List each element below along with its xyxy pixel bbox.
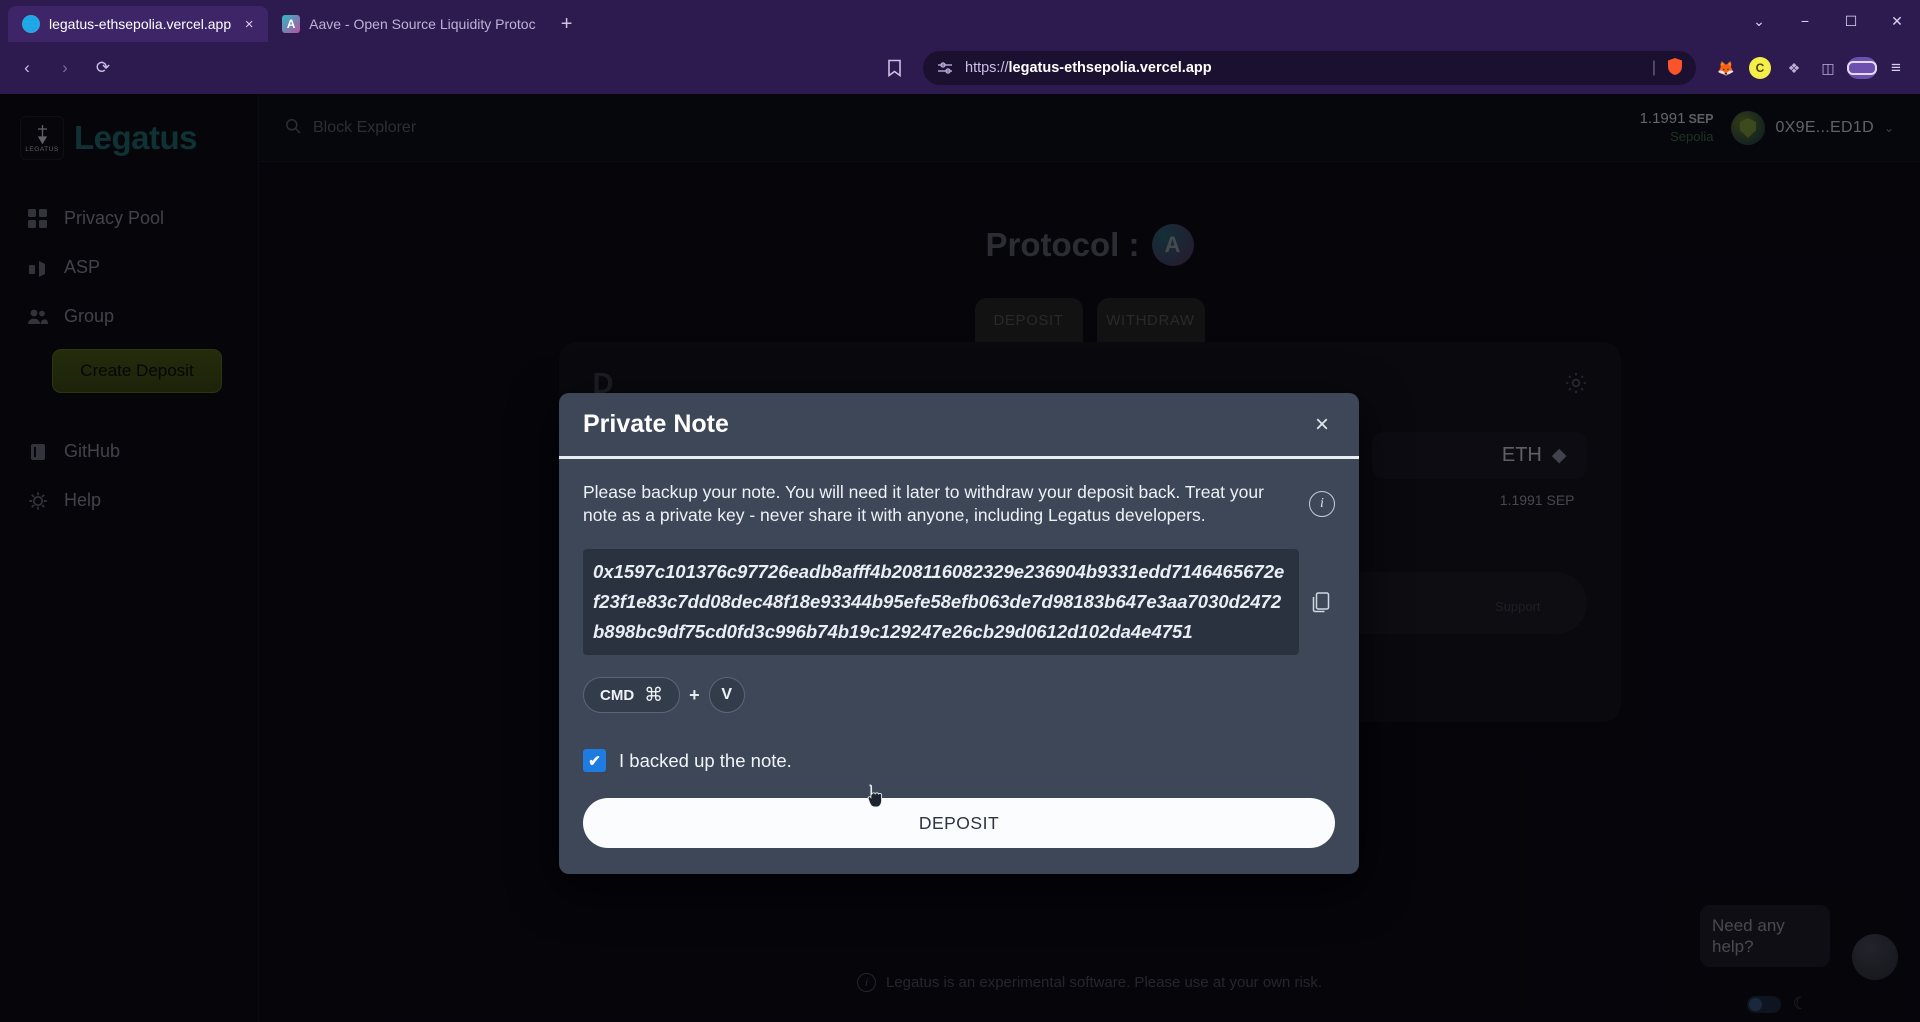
close-window-button[interactable]: ✕ bbox=[1874, 0, 1920, 42]
chevron-down-icon[interactable]: ⌄ bbox=[1736, 0, 1782, 42]
note-value[interactable]: 0x1597c101376c97726eadb8afff4b2081160823… bbox=[583, 549, 1299, 656]
copy-icon[interactable] bbox=[1307, 587, 1335, 617]
command-icon: ⌘ bbox=[644, 684, 664, 706]
browser-window: 🌐 legatus-ethsepolia.vercel.app × A Aave… bbox=[0, 0, 1920, 1022]
globe-icon: 🌐 bbox=[22, 15, 40, 33]
reload-icon[interactable]: ⟳ bbox=[86, 51, 120, 85]
new-tab-button[interactable]: + bbox=[552, 9, 582, 39]
kbd-v: V bbox=[708, 677, 745, 714]
kbd-plus: + bbox=[689, 684, 700, 705]
backup-checkbox[interactable]: ✔ bbox=[583, 749, 606, 773]
minimize-button[interactable]: − bbox=[1782, 0, 1828, 42]
tab-strip: 🌐 legatus-ethsepolia.vercel.app × A Aave… bbox=[0, 0, 1920, 42]
deposit-button-label: DEPOSIT bbox=[918, 812, 1000, 833]
omnibox-actions: | bbox=[1652, 57, 1684, 80]
deposit-button[interactable]: DEPOSIT bbox=[583, 784, 1335, 849]
modal-header: Private Note × bbox=[559, 393, 1359, 459]
info-icon[interactable]: i bbox=[1309, 491, 1335, 518]
close-icon[interactable]: × bbox=[1307, 410, 1337, 440]
aave-icon: A bbox=[282, 15, 301, 33]
profile-pill-icon[interactable] bbox=[1847, 54, 1877, 82]
modal-body: Please backup your note. You will need i… bbox=[559, 459, 1359, 874]
note-value-row: 0x1597c101376c97726eadb8afff4b2081160823… bbox=[583, 549, 1335, 656]
tab-legatus[interactable]: 🌐 legatus-ethsepolia.vercel.app × bbox=[8, 6, 269, 42]
url-text: https://legatus-ethsepolia.vercel.app bbox=[965, 60, 1212, 76]
paste-shortcut: CMD ⌘ + V bbox=[583, 677, 1335, 714]
backup-confirm-row[interactable]: ✔ I backed up the note. bbox=[583, 749, 1335, 773]
note-description: Please backup your note. You will need i… bbox=[583, 482, 1264, 526]
brave-shield-icon[interactable] bbox=[1666, 57, 1684, 80]
tab-title: legatus-ethsepolia.vercel.app bbox=[49, 16, 232, 32]
mouse-cursor bbox=[867, 784, 883, 808]
tab-title: Aave - Open Source Liquidity Protoc bbox=[309, 16, 536, 32]
site-settings-icon[interactable] bbox=[935, 58, 955, 78]
forward-icon[interactable]: › bbox=[48, 51, 82, 85]
browser-menu-icon[interactable]: ≡ bbox=[1882, 54, 1910, 82]
note-description-row: Please backup your note. You will need i… bbox=[583, 481, 1335, 527]
kbd-cmd-label: CMD bbox=[600, 686, 635, 704]
puzzle-icon[interactable]: ❖ bbox=[1780, 54, 1808, 82]
page-viewport: LEGATUS Legatus Privacy Pool ASP bbox=[0, 94, 1920, 1022]
modal-title: Private Note bbox=[583, 410, 729, 438]
address-bar[interactable]: https://legatus-ethsepolia.vercel.app | bbox=[923, 51, 1696, 85]
bookmark-icon[interactable] bbox=[877, 51, 911, 85]
omnibox-divider: | bbox=[1651, 59, 1656, 76]
private-note-modal: Private Note × Please backup your note. … bbox=[559, 393, 1359, 875]
window-controls: ⌄ − ☐ ✕ bbox=[1736, 0, 1920, 42]
metamask-icon[interactable]: 🦊 bbox=[1712, 54, 1740, 82]
backup-checkbox-label: I backed up the note. bbox=[619, 749, 792, 771]
tab-aave[interactable]: A Aave - Open Source Liquidity Protoc bbox=[268, 6, 545, 42]
coinbase-icon[interactable]: C bbox=[1746, 54, 1774, 82]
browser-toolbar: ‹ › ⟳ https://legatus-ethsepolia.vercel.… bbox=[0, 42, 1920, 94]
close-icon[interactable]: × bbox=[240, 15, 258, 33]
kbd-cmd: CMD ⌘ bbox=[583, 677, 681, 714]
side-panel-icon[interactable]: ◫ bbox=[1814, 54, 1842, 82]
extension-icons: 🦊 C ❖ ◫ ≡ bbox=[1708, 54, 1910, 82]
back-icon[interactable]: ‹ bbox=[10, 51, 44, 85]
maximize-button[interactable]: ☐ bbox=[1828, 0, 1874, 42]
